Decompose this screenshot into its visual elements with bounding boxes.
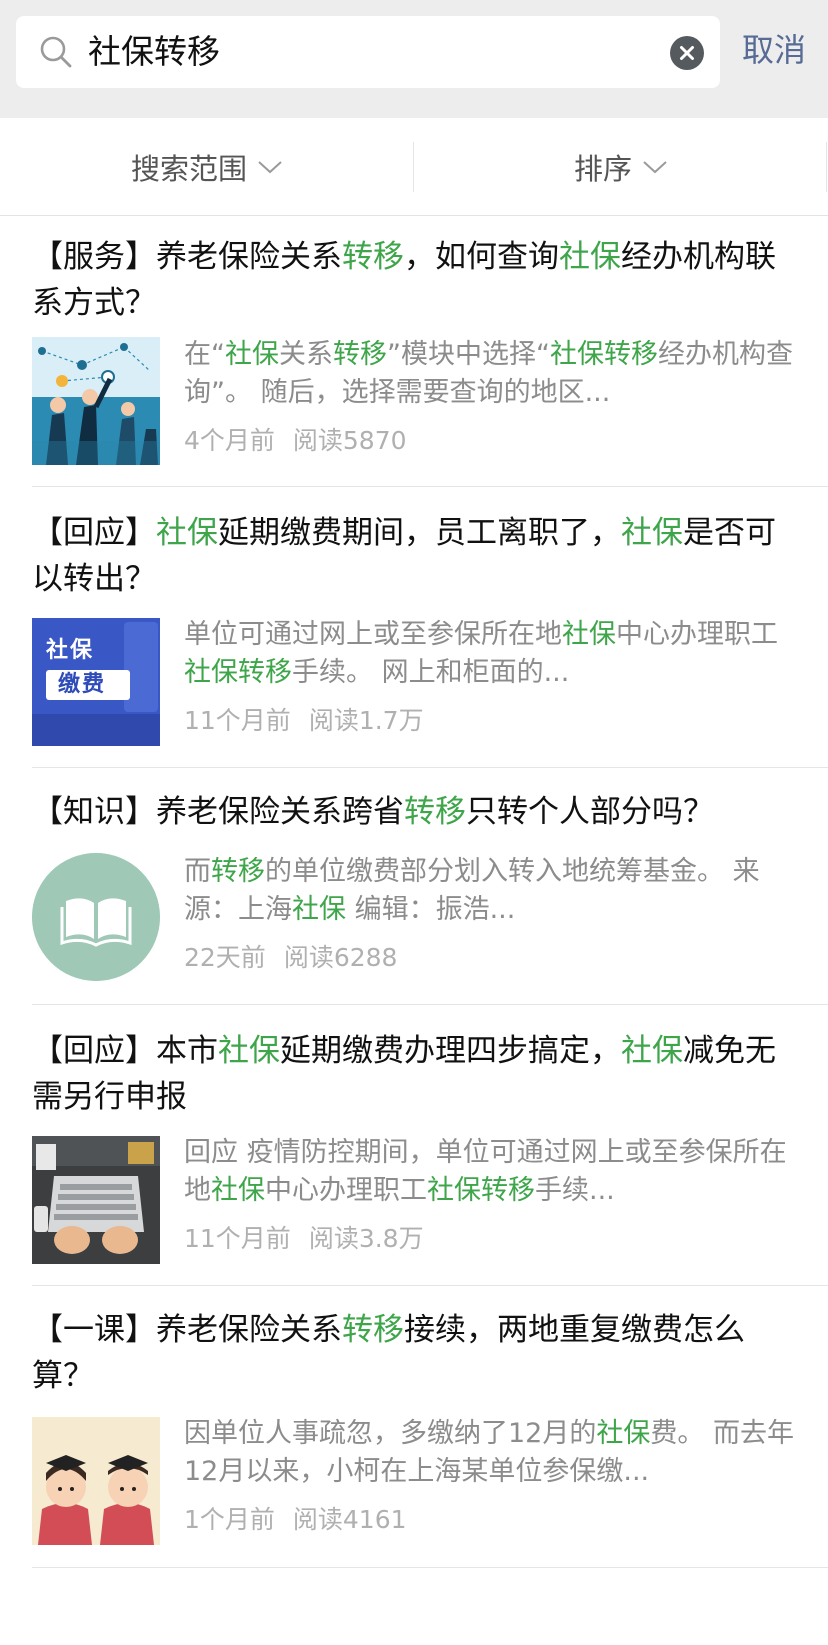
result-item[interactable]: 【知识】养老保险关系跨省转移只转个人部分吗？ 而转移的单位缴费部分划入转入地统筹…	[32, 769, 828, 1005]
text-segment: 手续...	[535, 1175, 615, 1206]
result-meta: 1个月前 阅读4161	[184, 1503, 407, 1537]
result-title[interactable]: 【回应】本市社保延期缴费办理四步搞定，社保减免无需另行申报	[32, 1028, 802, 1120]
search-icon	[40, 36, 72, 68]
thumb-label-payment: 缴费	[58, 672, 107, 697]
text-segment: 因单位人事疏忽，多缴纳了12月的	[184, 1418, 597, 1449]
highlight-keyword: 社保	[621, 515, 683, 551]
search-scope-dropdown[interactable]: 搜索范围	[0, 118, 414, 216]
result-reads: 阅读1.7万	[308, 706, 424, 735]
result-thumbnail	[32, 1136, 160, 1264]
text-segment: 中心办理职工	[616, 619, 778, 650]
text-segment: 中心办理职工	[265, 1175, 427, 1206]
highlight-keyword: 社保转移	[427, 1175, 535, 1206]
text-segment: 关系	[279, 339, 333, 370]
open-book-icon	[32, 853, 160, 981]
result-meta: 4个月前 阅读5870	[184, 424, 407, 458]
result-title[interactable]: 【回应】社保延期缴费期间，员工离职了，社保是否可以转出？	[32, 510, 802, 602]
result-reads: 阅读4161	[292, 1505, 407, 1534]
highlight-keyword: 社保	[559, 239, 621, 275]
text-segment: 【回应】本市	[32, 1033, 218, 1069]
highlight-keyword: 社保	[225, 339, 279, 370]
result-title[interactable]: 【服务】养老保险关系转移，如何查询社保经办机构联系方式？	[32, 234, 802, 326]
business-people-network-illustration	[32, 337, 160, 465]
result-time: 11个月前	[184, 706, 291, 735]
graduates-cartoon-illustration	[32, 1417, 160, 1545]
highlight-keyword: 社保	[596, 1418, 651, 1449]
result-time: 1个月前	[184, 1505, 275, 1534]
text-segment: ，如何查询	[404, 239, 559, 275]
text-segment: 在“	[184, 339, 225, 370]
text-segment: ”模块中选择“	[387, 339, 550, 370]
clear-search-icon[interactable]	[670, 36, 704, 70]
result-item[interactable]: 【一课】养老保险关系转移接续，两地重复缴费怎么算？ 因单位人事疏忽，多缴纳了12…	[32, 1287, 828, 1568]
highlight-keyword: 转移	[333, 339, 387, 370]
filter-bar: 搜索范围 排序	[0, 118, 828, 216]
result-thumbnail	[32, 853, 160, 981]
result-title[interactable]: 【知识】养老保险关系跨省转移只转个人部分吗？	[32, 789, 802, 835]
laptop-typing-photo	[32, 1136, 160, 1264]
result-snippet: 回应 疫情防控期间，单位可通过网上或至参保所在地社保中心办理职工社保转移手续..…	[184, 1134, 804, 1210]
result-snippet: 因单位人事疏忽，多缴纳了12月的社保费。 而去年12月以来，小柯在上海某单位参保…	[184, 1415, 804, 1491]
text-segment: 【知识】养老保险关系跨省	[32, 794, 404, 830]
text-segment: 只转个人部分吗？	[466, 794, 714, 830]
sort-label: 排序	[573, 152, 632, 186]
result-time: 22天前	[184, 943, 266, 972]
chevron-down-icon	[258, 161, 282, 174]
result-item[interactable]: 【回应】社保延期缴费期间，员工离职了，社保是否可以转出？ 社保 缴费 单位可通过…	[32, 488, 828, 768]
highlight-keyword: 社保	[156, 515, 218, 551]
result-meta: 22天前 阅读6288	[184, 941, 397, 975]
chevron-down-icon	[643, 161, 667, 174]
text-segment: 而	[184, 856, 211, 887]
result-item[interactable]: 【服务】养老保险关系转移，如何查询社保经办机构联系方式？ 在“社保关系转移”模块…	[32, 216, 828, 487]
highlight-keyword: 转移	[342, 239, 404, 275]
result-reads: 阅读5870	[292, 426, 407, 455]
text-segment: 【回应】	[32, 515, 156, 551]
result-thumbnail	[32, 337, 160, 465]
text-segment: 【服务】养老保险关系	[32, 239, 342, 275]
highlight-keyword: 转移	[404, 794, 466, 830]
result-title[interactable]: 【一课】养老保险关系转移接续，两地重复缴费怎么算？	[32, 1307, 802, 1399]
highlight-keyword: 社保	[562, 619, 616, 650]
highlight-keyword: 转移	[211, 856, 265, 887]
sort-dropdown[interactable]: 排序	[414, 118, 828, 216]
highlight-keyword: 社保	[621, 1033, 683, 1069]
highlight-keyword: 社保转移	[184, 657, 292, 688]
result-snippet: 而转移的单位缴费部分划入转入地统筹基金。 来源：上海社保 编辑：振浩...	[184, 853, 804, 929]
cancel-button[interactable]: 取消	[742, 28, 806, 72]
result-snippet: 在“社保关系转移”模块中选择“社保转移经办机构查询”。 随后，选择需要查询的地区…	[184, 336, 804, 412]
text-segment: 单位可通过网上或至参保所在地	[184, 619, 562, 650]
highlight-keyword: 社保转移	[549, 339, 658, 370]
search-input[interactable]: 社保转移	[16, 16, 720, 88]
search-header: 社保转移 取消	[0, 0, 828, 118]
result-item[interactable]: 【回应】本市社保延期缴费办理四步搞定，社保减免无需另行申报 回应 疫情防控期间，…	[32, 1006, 828, 1286]
search-query-text[interactable]: 社保转移	[88, 30, 220, 74]
result-thumbnail: 社保 缴费	[32, 618, 160, 746]
result-thumbnail	[32, 1417, 160, 1545]
highlight-keyword: 社保	[218, 1033, 280, 1069]
highlight-keyword: 社保	[292, 894, 346, 925]
text-segment: 手续。 网上和柜面的...	[292, 657, 570, 688]
result-time: 11个月前	[184, 1224, 291, 1253]
text-segment: 延期缴费期间，员工离职了，	[218, 515, 621, 551]
filter-divider	[826, 142, 827, 192]
result-reads: 阅读6288	[283, 943, 398, 972]
highlight-keyword: 转移	[342, 1312, 404, 1348]
search-scope-label: 搜索范围	[130, 152, 247, 186]
result-meta: 11个月前 阅读3.8万	[184, 1222, 424, 1256]
text-segment: 延期缴费办理四步搞定，	[280, 1033, 621, 1069]
result-time: 4个月前	[184, 426, 275, 455]
result-reads: 阅读3.8万	[308, 1224, 424, 1253]
thumb-label-social: 社保	[46, 638, 95, 663]
highlight-keyword: 社保	[211, 1175, 265, 1206]
text-segment: 【一课】养老保险关系	[32, 1312, 342, 1348]
text-segment: 编辑：振浩...	[346, 894, 516, 925]
result-meta: 11个月前 阅读1.7万	[184, 704, 424, 738]
result-snippet: 单位可通过网上或至参保所在地社保中心办理职工社保转移手续。 网上和柜面的...	[184, 616, 804, 692]
